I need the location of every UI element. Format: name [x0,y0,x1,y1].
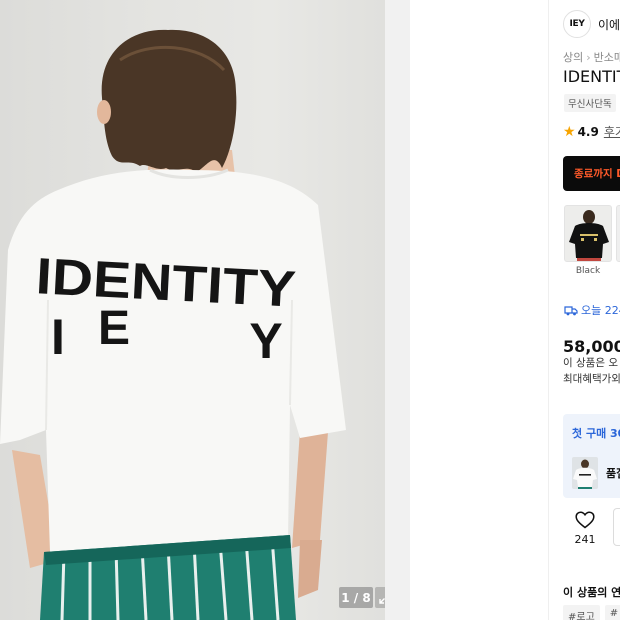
product-page: IDENTITY I E Y 1 / 8 IEY 이에 상의 › 반소매 IDE… [0,0,620,620]
max-benefit-note: 최대혜택가외 [563,373,620,385]
star-icon: ★ [563,123,576,140]
price-note: 이 상품은 오 [563,357,618,369]
first-purchase-coupon[interactable]: 첫 구매 30 품절 [563,414,620,498]
shirt-print-line2-mid: E [98,302,130,355]
like-button[interactable]: 241 [565,511,605,546]
hashtag-list: #로고 # [563,605,620,620]
product-info-panel: IEY 이에이 상의›반소매 IDENTITY 무신사단독 ★ 4.9 후기 종… [563,0,620,620]
color-label-black: Black [575,266,601,276]
delivery-info: 오늘 224 [564,302,620,318]
brand-link[interactable]: IEY 이에이 [563,10,620,38]
panel-divider [548,0,549,620]
coupon-item: 품절 [572,457,620,489]
gallery-gutter [385,0,410,620]
hashtag-logo[interactable]: #로고 [563,605,600,620]
rating-score: 4.9 [577,124,599,139]
delivery-text: 오늘 224 [581,304,620,317]
breadcrumb-item-short-sleeve[interactable]: 반소매 [594,51,620,64]
swatch-thumbnail [569,210,609,261]
coupon-thumbnail-image [573,459,597,489]
breadcrumb-item-top[interactable]: 상의 [563,51,583,64]
image-page-counter: 1 / 8 [339,587,373,608]
review-link[interactable]: 후기 [604,123,620,140]
countdown-banner[interactable]: 종료까지 D [563,156,620,191]
price: 58,000원 [563,337,620,356]
brand-logo: IEY [563,10,591,38]
hashtag-next[interactable]: # [604,605,620,620]
coupon-item-label: 품절 [606,467,620,480]
heart-icon [575,511,595,529]
shirt-print-line2-left: I [51,309,65,365]
exclusive-badge: 무신사단독 [564,94,616,112]
action-button-edge[interactable] [613,508,620,546]
product-main-image[interactable]: IDENTITY I E Y 1 / 8 [0,0,385,620]
color-options: Black [564,205,620,276]
color-swatch-black [564,205,612,262]
rating-summary[interactable]: ★ 4.9 후기 [563,123,620,140]
truck-icon [564,305,578,315]
like-count: 241 [574,533,596,546]
product-title: IDENTITY [563,67,620,86]
breadcrumb-separator: › [586,51,591,64]
color-option-next[interactable] [616,205,620,262]
coupon-title: 첫 구매 30 [572,427,620,440]
brand-name: 이에이 [598,17,620,32]
shirt-print-line2-right: Y [249,313,282,369]
model-photo: IDENTITY I E Y [0,29,346,620]
breadcrumb: 상의 › 반소매 [563,49,620,65]
related-section-title: 이 상품의 연 [563,586,620,599]
color-option-black[interactable]: Black [564,205,612,276]
coupon-thumbnail [572,457,598,489]
